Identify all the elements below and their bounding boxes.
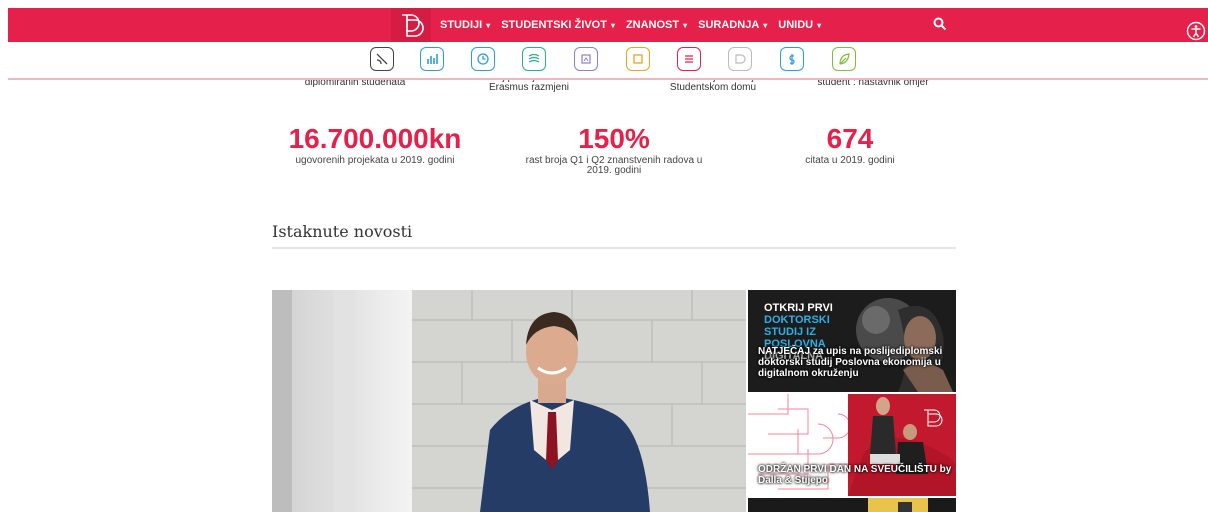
leaf-icon[interactable] [832,47,856,71]
featured-news-main-image[interactable] [272,290,746,512]
square-icon[interactable] [626,47,650,71]
stat-label: ugovorenih projekata u 2019. godini [295,155,455,166]
stat-label: kreveta u najmodernijem Studentskom domu [658,80,768,93]
news-card-first-day[interactable]: ODRŽAN PRVI DAN NA SVEUČILIŠTU by Dalla … [748,394,956,496]
nav-znanost[interactable]: ZNANOST ▾ [626,19,687,31]
bar-chart-icon[interactable] [420,47,444,71]
logo[interactable] [391,8,431,42]
stat-value: 16.700.000kn [288,123,462,154]
stat-value: 674 [826,123,874,154]
satellite-icon[interactable] [370,47,394,71]
stat-label: u Hrvatskoj po udjelu studenata u Erasmu… [455,80,603,93]
stat-label: rast broja Q1 i Q2 znanstvenih radova u … [525,155,703,176]
accessibility-icon [1186,21,1206,41]
stat-label: student : nastavnik omjer [817,80,929,88]
nav-suradnja[interactable]: SURADNJA ▾ [698,19,767,31]
search-icon [933,17,947,31]
chevron-down-icon: ▾ [683,20,688,30]
nav-studiji[interactable]: STUDIJI ▾ [440,19,490,31]
category-icon-bar [8,42,1208,80]
clipped-stats-row: diplomiranih studenata u Hrvatskoj po ud… [270,80,960,94]
shape-icon[interactable] [728,47,752,71]
section-divider [272,247,956,249]
stat-projects: 16.700.000kn ugovorenih projekata u 2019… [270,124,480,166]
image-icon[interactable] [574,47,598,71]
section-title: Istaknute novosti [272,222,413,241]
accessibility-button[interactable] [1184,19,1208,43]
clock-icon[interactable] [471,47,495,71]
top-navbar: STUDIJI ▾ STUDENTSKI ŽIVOT ▾ ZNANOST ▾ SURA… [8,8,1208,42]
nav-studentski-zivot[interactable]: STUDENTSKI ŽIVOT ▾ [501,19,615,31]
news-card-third[interactable] [748,498,956,512]
chevron-down-icon: ▾ [610,20,615,30]
search-button[interactable] [933,17,947,36]
stat-label: citata u 2019. godini [805,155,895,166]
logo-icon [402,14,424,37]
stat-label: diplomiranih studenata [304,80,406,88]
dollar-icon[interactable] [780,47,804,71]
stat-citations: 674 citata u 2019. godini [760,124,940,166]
news-card-doctoral[interactable]: OTKRIJ PRVI DOKTORSKI STUDIJ IZ POSLOVNA… [748,290,956,392]
stat-value: 150% [578,123,650,154]
news-card-caption: NATJEČAJ za upis na poslijediplomski dok… [758,346,943,379]
chevron-down-icon: ▾ [817,20,822,30]
nav-unidu[interactable]: UNIDU ▾ [778,19,821,31]
chevron-down-icon: ▾ [486,20,491,30]
news-card-caption: ODRŽAN PRVI DAN NA SVEUČILIŠTU by Dalla … [758,464,952,486]
waves-icon[interactable] [522,47,546,71]
main-nav: STUDIJI ▾ STUDENTSKI ŽIVOT ▾ ZNANOST ▾ SURA… [440,8,832,42]
document-icon[interactable] [677,47,701,71]
chevron-down-icon: ▾ [763,20,768,30]
stat-papers: 150% rast broja Q1 i Q2 znanstvenih rado… [512,124,716,176]
